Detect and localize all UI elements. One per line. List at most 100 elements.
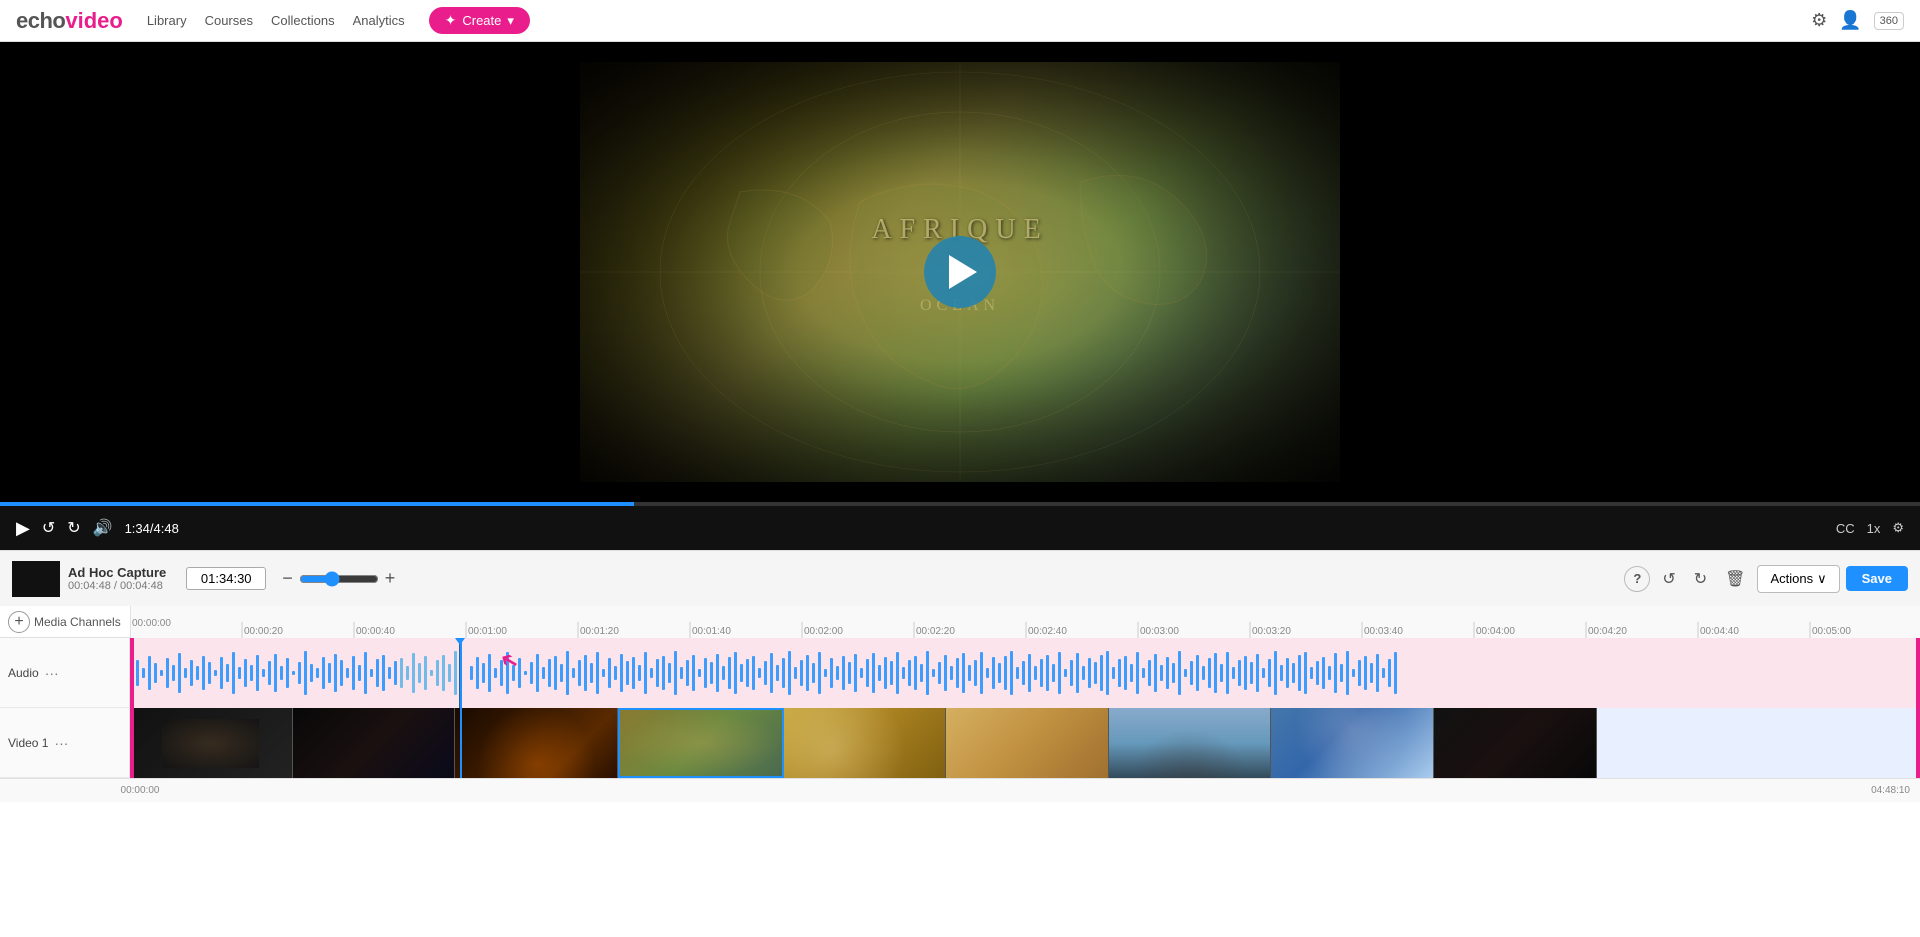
audio-red-left: [130, 638, 134, 708]
thumb-end: [1597, 708, 1920, 778]
forward-button[interactable]: ↻: [67, 518, 80, 538]
redo-button[interactable]: ↻: [1688, 565, 1713, 593]
svg-text:00:02:00: 00:02:00: [804, 626, 843, 637]
audio-track-name: Audio: [8, 666, 39, 680]
save-button[interactable]: Save: [1846, 566, 1908, 591]
ruler-svg: 00:00:00 00:00:20 00:00:40 00:01:00 00:0…: [130, 606, 1920, 638]
editor-right-controls: ? ↺ ↻ 🗑 Actions ∨ Save: [1624, 565, 1908, 593]
bottom-time-end: 04:48:10: [1871, 785, 1910, 796]
logo: echovideo: [16, 8, 123, 34]
rewind-button[interactable]: ↺: [42, 518, 55, 538]
user-icon-button[interactable]: 👤: [1839, 10, 1861, 31]
svg-text:00:01:00: 00:01:00: [468, 626, 507, 637]
thumb-8: [1271, 708, 1434, 778]
logo-video: video: [65, 8, 122, 34]
video-thumbnails: [130, 708, 1920, 778]
total-time: 4:48: [154, 521, 179, 536]
svg-text:00:00:20: 00:00:20: [244, 626, 283, 637]
create-button[interactable]: ✦ Create ▾: [429, 7, 530, 34]
progress-bar-fill: [0, 502, 634, 506]
audio-track-row: Audio ··· /* bars rendered via inline SV…: [0, 638, 1920, 708]
editor-title: Ad Hoc Capture: [68, 565, 166, 580]
thumb-5: [784, 708, 947, 778]
video-options-button[interactable]: ···: [54, 735, 68, 751]
video-label-col: Video 1 ···: [0, 708, 130, 777]
time-display: 1:34/4:48: [125, 521, 179, 536]
nav-analytics[interactable]: Analytics: [353, 13, 405, 28]
svg-text:00:03:40: 00:03:40: [1364, 626, 1403, 637]
video-track-name: Video 1: [8, 736, 48, 750]
thumb-2: [293, 708, 456, 778]
video-track-row: Video 1 ···: [0, 708, 1920, 778]
svg-text:00:04:00: 00:04:00: [1476, 626, 1515, 637]
navbar: echovideo Library Courses Collections An…: [0, 0, 1920, 42]
svg-text:00:04:40: 00:04:40: [1700, 626, 1739, 637]
audio-red-right: [1916, 638, 1920, 708]
svg-text:00:05:00: 00:05:00: [1812, 626, 1851, 637]
video-playhead: [460, 708, 462, 778]
nav-collections[interactable]: Collections: [271, 13, 335, 28]
play-button-overlay[interactable]: [924, 236, 996, 308]
timecode-input[interactable]: [186, 567, 266, 590]
video-track-content[interactable]: [130, 708, 1920, 778]
editor-thumbnail: [12, 561, 60, 597]
logo-echo: echo: [16, 8, 65, 34]
thumb-3: [455, 708, 618, 778]
video-red-left: [130, 708, 134, 778]
nav-courses[interactable]: Courses: [205, 13, 253, 28]
echo360-icon-button[interactable]: 360: [1874, 12, 1904, 30]
zoom-slider[interactable]: [299, 571, 379, 587]
delete-button[interactable]: 🗑: [1719, 565, 1751, 593]
player-controls: ▶ ↺ ↻ 🔊 1:34/4:48 CC 1x ⚙: [0, 506, 1920, 550]
bottom-time-start: 00:00:00: [121, 785, 160, 796]
actions-button[interactable]: Actions ∨: [1757, 565, 1839, 593]
svg-text:00:03:00: 00:03:00: [1140, 626, 1179, 637]
timeline-ruler: 00:00:00 00:00:20 00:00:40 00:01:00 00:0…: [130, 606, 1920, 638]
audio-waveform-svg: /* bars rendered via inline SVG path bel…: [130, 638, 1920, 708]
bottom-ruler: 00:00:00 04:48:10: [0, 778, 1920, 802]
play-pause-button[interactable]: ▶: [16, 518, 30, 539]
current-time: 1:34: [125, 521, 150, 536]
svg-text:00:00:00: 00:00:00: [132, 618, 171, 629]
thumb-1: [130, 708, 293, 778]
player-settings-button[interactable]: ⚙: [1892, 520, 1904, 536]
audio-options-button[interactable]: ···: [45, 665, 59, 681]
zoom-plus-button[interactable]: +: [385, 568, 396, 589]
svg-text:00:01:20: 00:01:20: [580, 626, 619, 637]
settings-icon-button[interactable]: ⚙: [1811, 10, 1827, 31]
speed-button[interactable]: 1x: [1867, 521, 1881, 536]
svg-text:00:04:20: 00:04:20: [1588, 626, 1627, 637]
editor-panel: Ad Hoc Capture 00:04:48 / 00:04:48 − + ?…: [0, 550, 1920, 606]
svg-text:00:01:40: 00:01:40: [692, 626, 731, 637]
progress-bar-container[interactable]: [0, 502, 1920, 506]
timeline-header: + Media Channels 00:00:00 00:00:20 00:00…: [0, 606, 1920, 638]
editor-duration: 00:04:48 / 00:04:48: [68, 580, 166, 592]
add-channel-button[interactable]: +: [8, 611, 30, 633]
editor-info: Ad Hoc Capture 00:04:48 / 00:04:48: [68, 565, 166, 592]
nav-links: Library Courses Collections Analytics: [147, 13, 405, 28]
video-area: AFRIQUE OCEAN: [0, 42, 1920, 502]
cc-button[interactable]: CC: [1836, 521, 1855, 536]
thumb-9: [1434, 708, 1597, 778]
audio-label-col: Audio ···: [0, 638, 130, 707]
undo-button[interactable]: ↺: [1656, 565, 1681, 593]
volume-button[interactable]: 🔊: [93, 518, 113, 538]
media-channels-label: Media Channels: [34, 615, 121, 629]
actions-label: Actions: [1770, 571, 1813, 586]
zoom-controls: − +: [282, 568, 395, 589]
media-channels-col: + Media Channels: [0, 611, 130, 633]
create-chevron-icon: ▾: [507, 13, 514, 29]
svg-text:00:02:40: 00:02:40: [1028, 626, 1067, 637]
create-label: Create: [462, 13, 501, 28]
thumb-4: [618, 708, 784, 778]
video-frame: AFRIQUE OCEAN: [580, 62, 1340, 482]
video-red-right: [1916, 708, 1920, 778]
svg-text:00:00:40: 00:00:40: [356, 626, 395, 637]
thumb-7: [1109, 708, 1272, 778]
zoom-minus-button[interactable]: −: [282, 568, 293, 589]
audio-track-content[interactable]: /* bars rendered via inline SVG path bel…: [130, 638, 1920, 708]
nav-library[interactable]: Library: [147, 13, 187, 28]
help-button[interactable]: ?: [1624, 566, 1650, 592]
audio-playhead-head: [455, 638, 465, 645]
player-right-controls: CC 1x ⚙: [1836, 520, 1904, 536]
